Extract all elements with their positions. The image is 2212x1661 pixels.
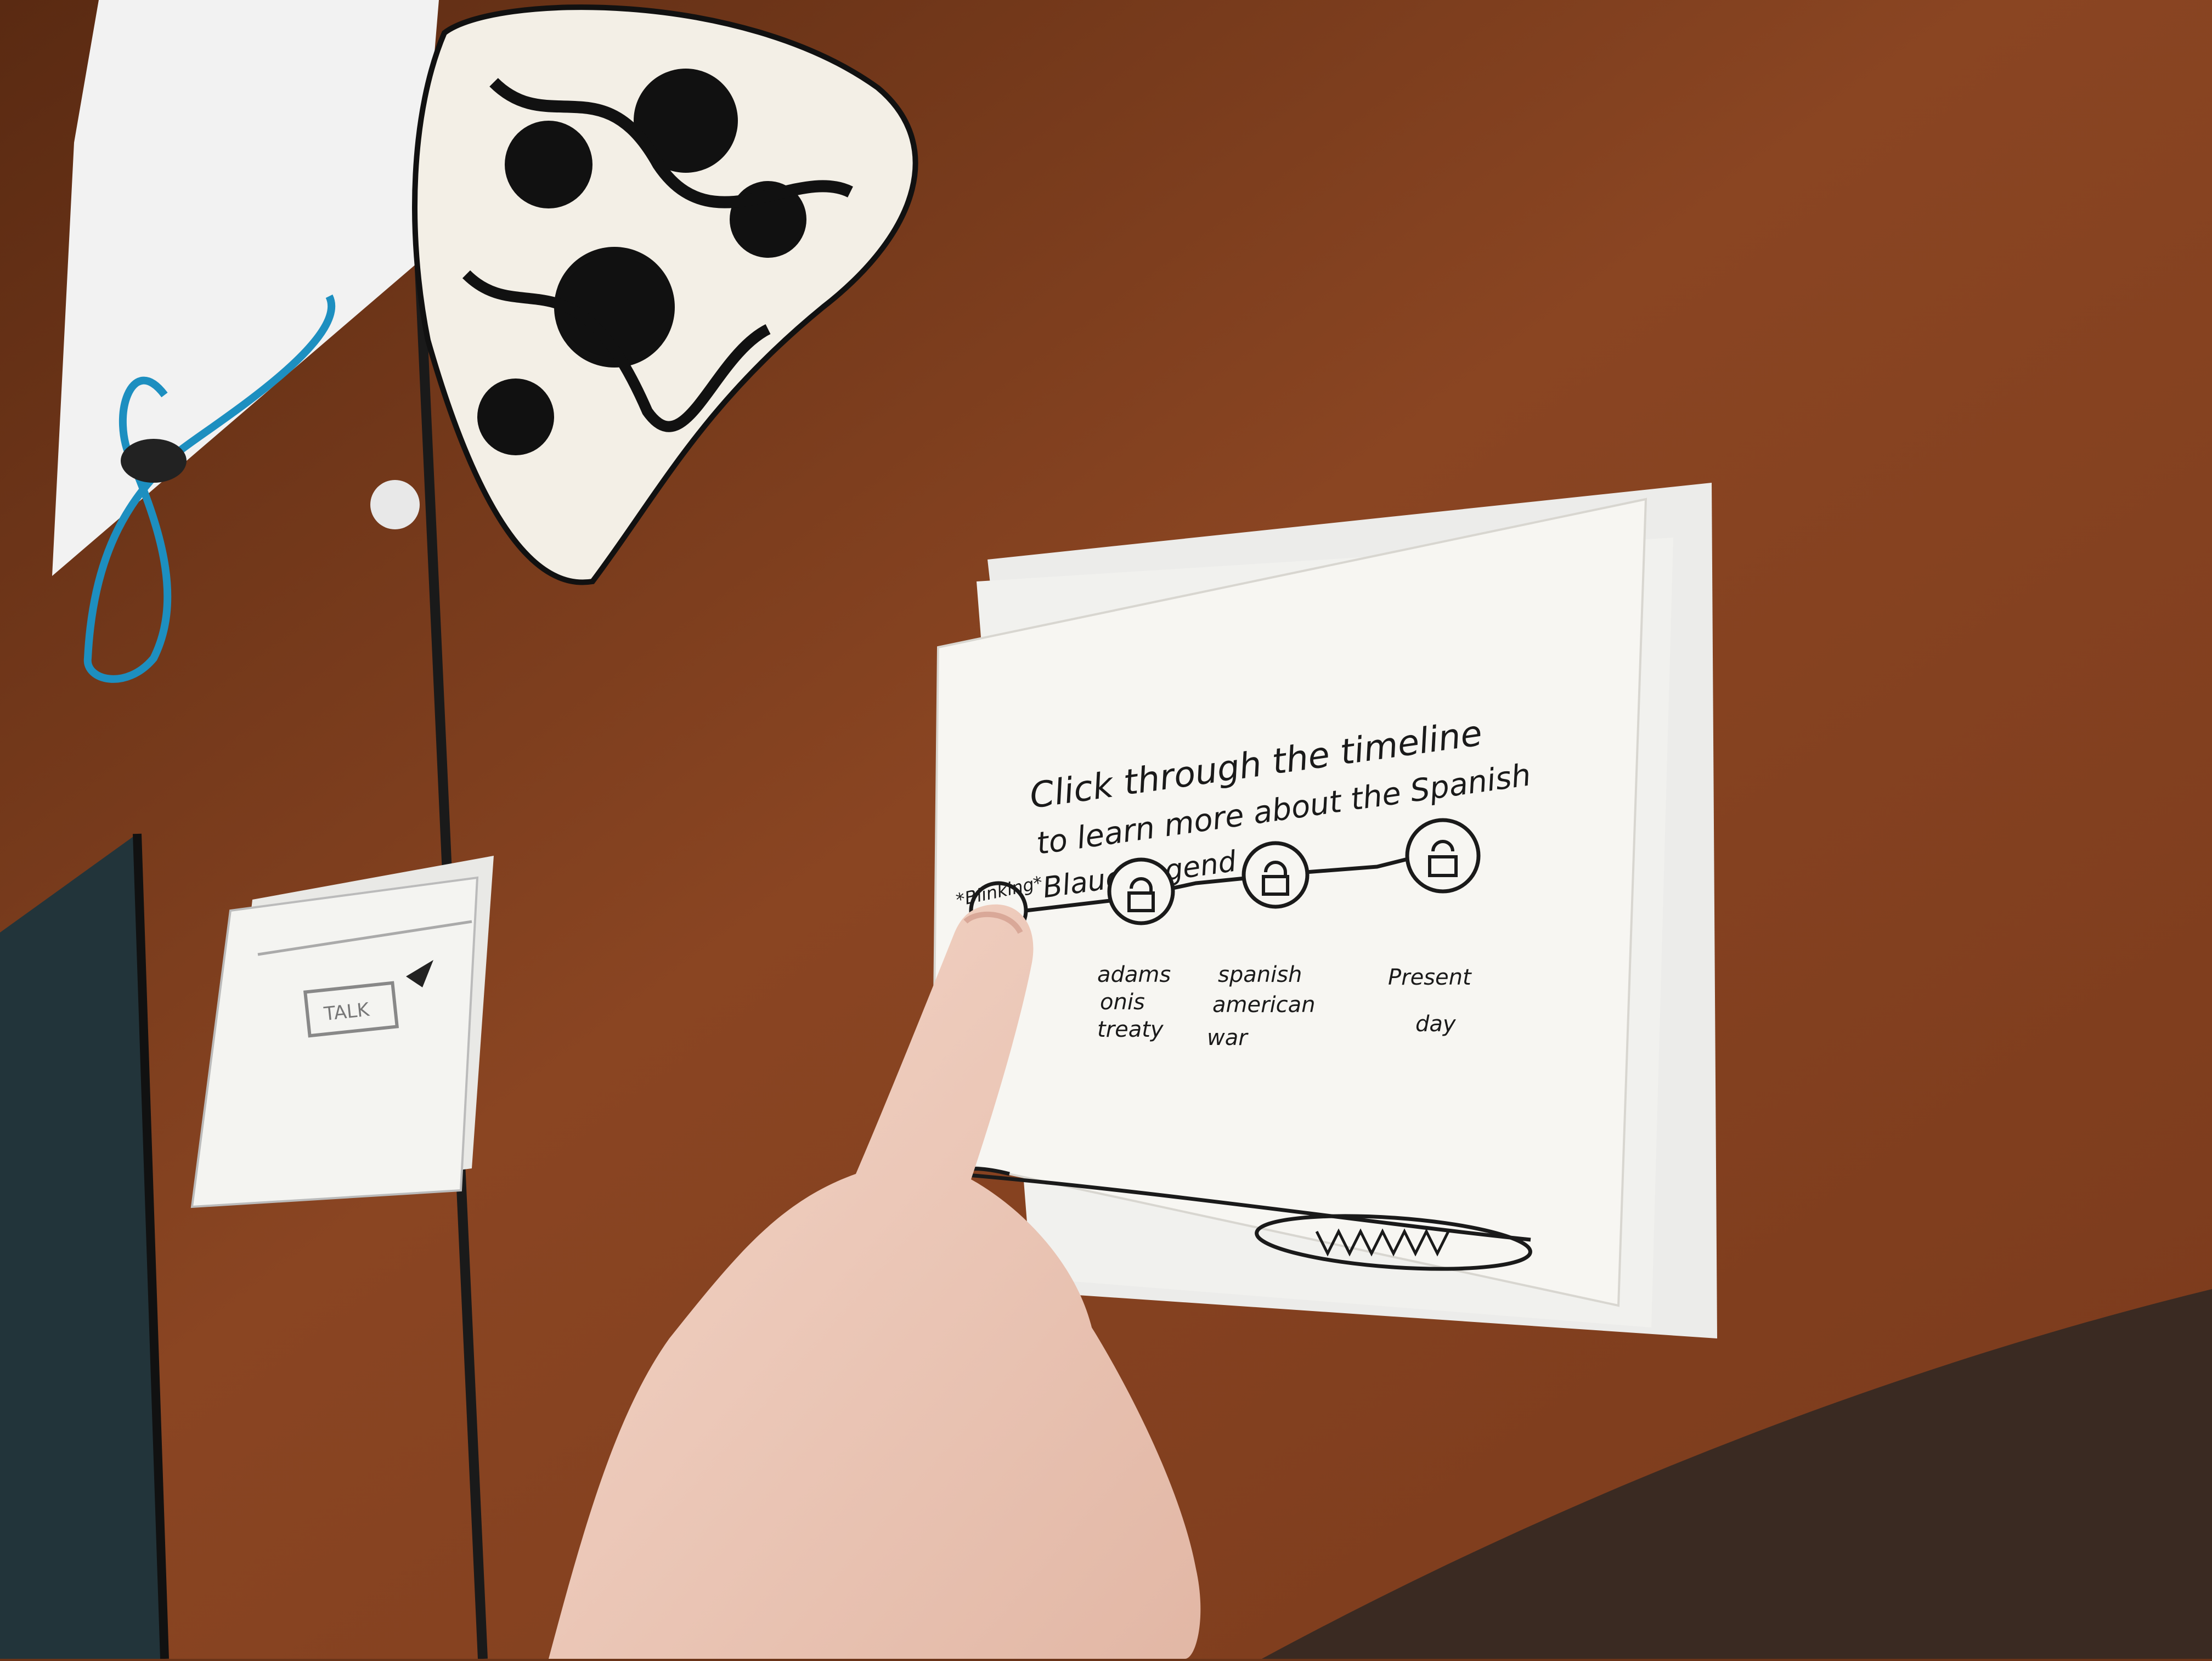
scene-svg: TALK Click through the timeline to learn… — [0, 0, 2212, 1659]
paper-prototype-stack — [931, 483, 1717, 1338]
foil-ball — [370, 480, 420, 529]
photo-scene: TALK Click through the timeline to learn… — [0, 0, 2212, 1659]
cable-clip — [121, 439, 187, 483]
